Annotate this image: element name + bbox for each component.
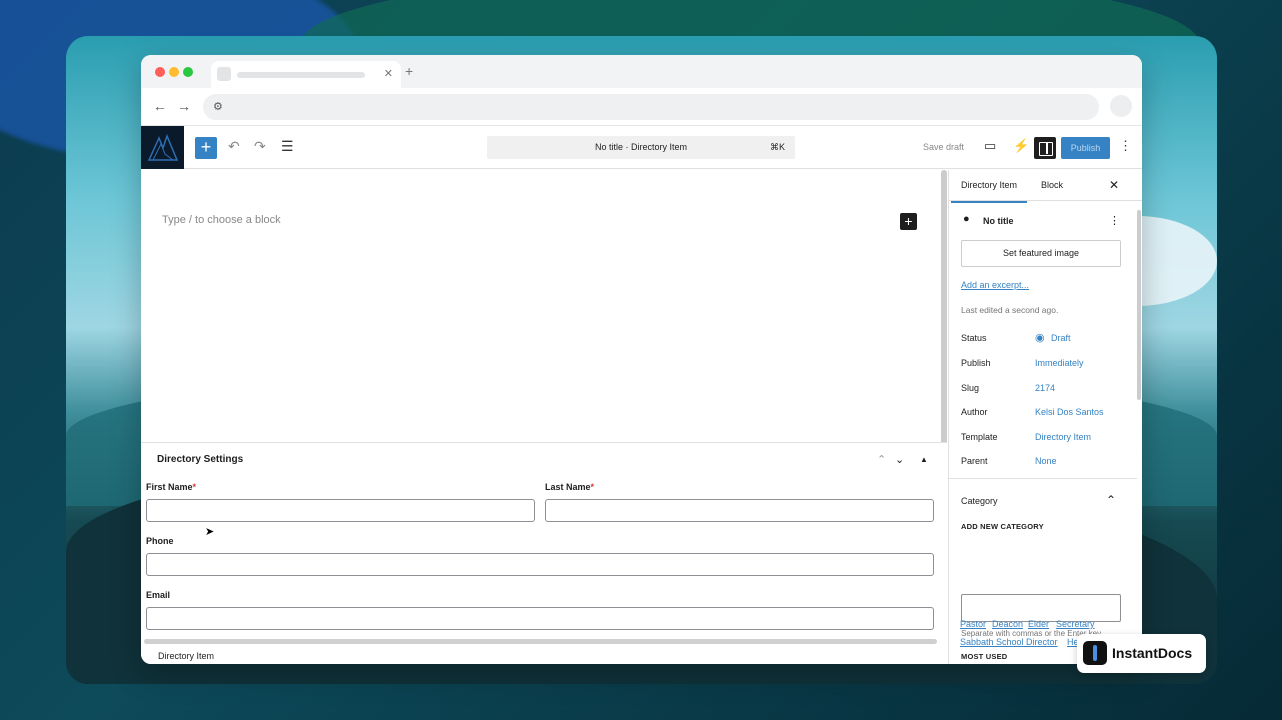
settings-sidebar: Directory Item Block ✕ ● No title ⋮ Set … [948, 170, 1142, 664]
first-name-input[interactable] [146, 499, 535, 522]
more-options-icon[interactable]: ⋮ [1119, 138, 1132, 154]
horizontal-scrollbar[interactable] [144, 639, 937, 644]
bolt-icon[interactable]: ⚡ [1013, 138, 1029, 154]
last-name-label: Last Name* [545, 482, 595, 492]
document-overview-icon[interactable]: ☰ [281, 138, 294, 155]
phone-label: Phone [146, 536, 174, 546]
close-sidebar-icon[interactable]: ✕ [1109, 178, 1119, 192]
close-tab-icon[interactable]: ✕ [384, 67, 393, 80]
publish-value[interactable]: Immediately [1035, 358, 1084, 368]
browser-window: ✕ + ← → ⚙ + ↶ ↷ ☰ No title · Directory I… [141, 55, 1142, 664]
sidebar-scrollbar[interactable] [1137, 210, 1141, 400]
email-label: Email [146, 590, 171, 600]
last-name-input[interactable] [545, 499, 934, 522]
redo-icon[interactable]: ↷ [254, 138, 266, 155]
close-window-dot[interactable] [155, 67, 165, 77]
tag-elder[interactable]: Elder [1028, 619, 1049, 629]
parent-value[interactable]: None [1035, 456, 1057, 466]
last-edited-text: Last edited a second ago. [961, 305, 1059, 315]
move-down-icon[interactable]: ⌄ [895, 453, 904, 466]
sidebar-tabs: Directory Item Block ✕ [949, 170, 1142, 203]
add-new-category-label: ADD NEW CATEGORY [961, 522, 1044, 531]
author-label: Author [961, 407, 988, 417]
favicon-icon [217, 67, 231, 81]
add-block-icon[interactable]: + [900, 213, 917, 230]
metabox-title: Directory Settings [157, 454, 244, 465]
directory-settings-metabox: Directory Settings ⌃ ⌄ ▲ First Name* Las… [141, 442, 947, 664]
category-panel-title[interactable]: Category [961, 496, 998, 506]
post-type-icon: ● [963, 213, 970, 225]
slug-value[interactable]: 2174 [1035, 383, 1055, 393]
move-up-icon[interactable]: ⌃ [877, 453, 886, 466]
command-palette-button[interactable]: No title · Directory Item ⌘K [487, 136, 795, 159]
zoom-window-dot[interactable] [183, 67, 193, 77]
set-featured-image-button[interactable]: Set featured image [961, 240, 1121, 267]
status-draft-icon[interactable]: ◉ [1035, 331, 1045, 344]
phone-input[interactable] [146, 553, 934, 576]
site-settings-icon[interactable]: ⚙ [213, 100, 223, 113]
instantdocs-logo-icon [1083, 641, 1107, 665]
settings-panel-toggle-icon[interactable] [1034, 137, 1056, 159]
author-value[interactable]: Kelsi Dos Santos [1035, 407, 1104, 417]
editor-canvas[interactable]: Type / to choose a block + [141, 170, 947, 442]
block-inserter-button[interactable]: + [195, 137, 217, 159]
address-bar-row: ← → ⚙ [141, 88, 1142, 126]
site-logo[interactable] [141, 126, 184, 169]
template-label: Template [961, 432, 998, 442]
forward-arrow-icon[interactable]: → [177, 98, 191, 114]
first-name-label: First Name* [146, 482, 197, 492]
status-label: Status [961, 333, 987, 343]
status-value[interactable]: Draft [1051, 333, 1071, 343]
document-title: No title · Directory Item [594, 142, 688, 152]
tag-pastor[interactable]: Pastor [960, 619, 986, 629]
add-excerpt-link[interactable]: Add an excerpt... [961, 280, 1029, 290]
publish-button[interactable]: Publish [1061, 137, 1110, 159]
post-actions-icon[interactable]: ⋮ [1109, 214, 1120, 227]
instantdocs-badge: InstantDocs [1077, 634, 1206, 673]
profile-avatar[interactable] [1110, 95, 1132, 117]
block-placeholder[interactable]: Type / to choose a block [162, 214, 281, 226]
parent-label: Parent [961, 456, 988, 466]
tab-block[interactable]: Block [1041, 180, 1063, 190]
minimize-window-dot[interactable] [169, 67, 179, 77]
preview-device-icon[interactable]: ▭ [984, 138, 996, 154]
browser-tab[interactable]: ✕ [211, 61, 401, 88]
collapse-toggle-icon[interactable]: ▲ [920, 455, 928, 464]
tab-directory-item[interactable]: Directory Item [950, 180, 1028, 203]
save-draft-button[interactable]: Save draft [923, 142, 964, 152]
slug-label: Slug [961, 383, 980, 393]
browser-tab-bar: ✕ + [141, 55, 1142, 88]
url-input[interactable]: ⚙ [203, 94, 1099, 120]
back-arrow-icon[interactable]: ← [153, 98, 167, 114]
most-used-label: MOST USED [961, 652, 1008, 661]
new-tab-icon[interactable]: + [405, 63, 413, 79]
badge-text: InstantDocs [1112, 645, 1193, 661]
mouse-cursor-icon: ➤ [205, 526, 215, 538]
post-title: No title [983, 216, 1014, 226]
breadcrumb[interactable]: Directory Item [158, 651, 214, 661]
tab-title-placeholder [237, 72, 365, 78]
undo-icon[interactable]: ↶ [228, 138, 240, 155]
tag-deacon[interactable]: Deacon [992, 619, 1023, 629]
publish-label: Publish [961, 358, 991, 368]
editor-toolbar: + ↶ ↷ ☰ No title · Directory Item ⌘K Sav… [141, 126, 1142, 169]
template-value[interactable]: Directory Item [1035, 432, 1091, 442]
chevron-up-icon[interactable]: ⌃ [1106, 493, 1116, 507]
shortcut-hint: ⌘K [769, 142, 785, 152]
tag-sabbath-school-director[interactable]: Sabbath School Director [960, 637, 1058, 647]
email-input[interactable] [146, 607, 934, 630]
tag-secretary[interactable]: Secretary [1056, 619, 1095, 629]
